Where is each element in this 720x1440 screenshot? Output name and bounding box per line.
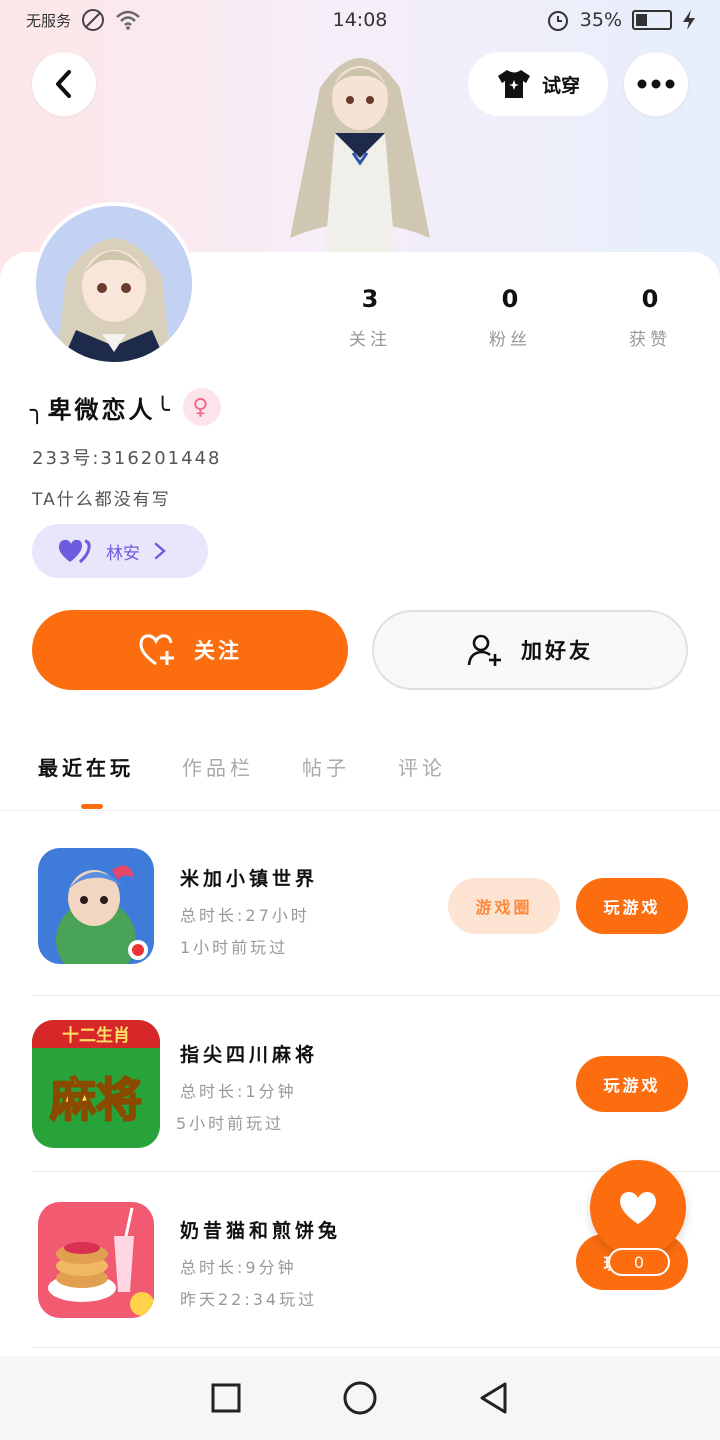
heart-plus-icon xyxy=(139,634,174,666)
play-game-button[interactable]: 玩游戏 xyxy=(576,1056,688,1112)
stat-label: 获赞 xyxy=(629,330,671,350)
relationship-tag[interactable]: 林安 xyxy=(32,524,208,578)
like-fab-button[interactable] xyxy=(590,1160,686,1256)
tab-posts[interactable]: 帖子 xyxy=(302,752,350,781)
recent-apps-icon[interactable] xyxy=(210,1382,242,1414)
game-last-played: 昨天22:34玩过 xyxy=(180,1290,318,1309)
game-icon-mahjong: 十二生肖 麻将 xyxy=(32,1020,160,1148)
tab-comments[interactable]: 评论 xyxy=(398,752,446,781)
back-button[interactable] xyxy=(32,52,96,116)
follow-label: 关注 xyxy=(194,639,242,663)
username: ╮卑微恋人╰ xyxy=(30,395,173,424)
row-divider xyxy=(32,1347,720,1348)
active-tab-indicator xyxy=(81,804,103,809)
game-last-played: 1小时前玩过 xyxy=(180,938,289,957)
charging-icon xyxy=(683,10,695,30)
icon-mahjong-text: 麻将 xyxy=(50,1073,142,1127)
back-triangle-icon[interactable] xyxy=(478,1381,510,1415)
system-nav-bar xyxy=(0,1356,720,1440)
more-dots-icon xyxy=(637,79,675,89)
home-icon[interactable] xyxy=(342,1380,378,1416)
play-game-button[interactable]: 玩游戏 xyxy=(576,878,688,934)
chevron-right-icon xyxy=(154,542,166,560)
stat-value: 0 xyxy=(501,285,519,313)
game-last-played: 5小时前玩过 xyxy=(176,1114,285,1133)
avatar[interactable] xyxy=(32,202,196,366)
alarm-icon xyxy=(547,11,568,31)
status-bar: 无服务 14:08 35% xyxy=(0,0,720,40)
game-duration: 总时长:27小时 xyxy=(180,906,310,925)
battery-icon xyxy=(632,10,672,30)
user-id: 233号:316201448 xyxy=(32,448,222,469)
game-icon-milkshake-cat xyxy=(38,1202,154,1318)
tab-recently-played[interactable]: 最近在玩 xyxy=(38,752,134,781)
game-title: 指尖四川麻将 xyxy=(180,1044,319,1066)
stat-likes[interactable]: 0 获赞 xyxy=(580,285,720,350)
more-button[interactable] xyxy=(624,52,688,116)
stat-value: 3 xyxy=(361,285,379,313)
stat-fans[interactable]: 0 粉丝 xyxy=(440,285,580,350)
game-circle-button[interactable]: 游戏圈 xyxy=(448,878,560,934)
tshirt-icon xyxy=(497,70,530,98)
icon-banner-text: 十二生肖 xyxy=(62,1025,130,1046)
game-duration: 总时长:1分钟 xyxy=(180,1082,297,1101)
profile-name: ╮卑微恋人╰ ♀ xyxy=(30,388,221,426)
content-tabs: 最近在玩 作品栏 帖子 评论 xyxy=(38,752,446,781)
avatar-3d-model[interactable] xyxy=(280,38,440,252)
double-heart-icon xyxy=(58,539,91,564)
follow-button[interactable]: 关注 xyxy=(32,610,348,690)
stat-label: 关注 xyxy=(349,330,391,350)
battery-percent: 35% xyxy=(579,9,622,31)
profile-stats: 3 关注 0 粉丝 0 获赞 xyxy=(300,285,720,350)
game-icon-miga-town xyxy=(38,848,154,964)
list-item[interactable]: 十二生肖 麻将 指尖四川麻将 总时长:1分钟 5小时前玩过 玩游戏 xyxy=(0,996,720,1172)
try-on-label: 试穿 xyxy=(541,74,580,97)
game-title: 奶昔猫和煎饼兔 xyxy=(180,1220,342,1242)
add-friend-label: 加好友 xyxy=(521,639,593,663)
add-user-icon xyxy=(467,634,501,666)
chevron-left-icon xyxy=(56,70,71,98)
tabs-divider xyxy=(0,810,720,811)
user-bio: TA什么都没有写 xyxy=(32,490,171,510)
list-item[interactable]: 米加小镇世界 总时长:27小时 1小时前玩过 游戏圈 玩游戏 xyxy=(0,820,720,996)
try-on-button[interactable]: 试穿 xyxy=(468,52,608,116)
heart-icon xyxy=(620,1192,656,1224)
stat-value: 0 xyxy=(641,285,659,313)
tag-label: 林安 xyxy=(106,543,140,564)
female-gender-icon: ♀ xyxy=(182,388,221,426)
like-count-badge: 0 xyxy=(608,1248,670,1276)
stat-following[interactable]: 3 关注 xyxy=(300,285,440,350)
tab-works[interactable]: 作品栏 xyxy=(182,752,254,781)
game-duration: 总时长:9分钟 xyxy=(180,1258,297,1277)
stat-label: 粉丝 xyxy=(489,330,531,350)
add-friend-button[interactable]: 加好友 xyxy=(372,610,688,690)
game-title: 米加小镇世界 xyxy=(180,868,319,890)
